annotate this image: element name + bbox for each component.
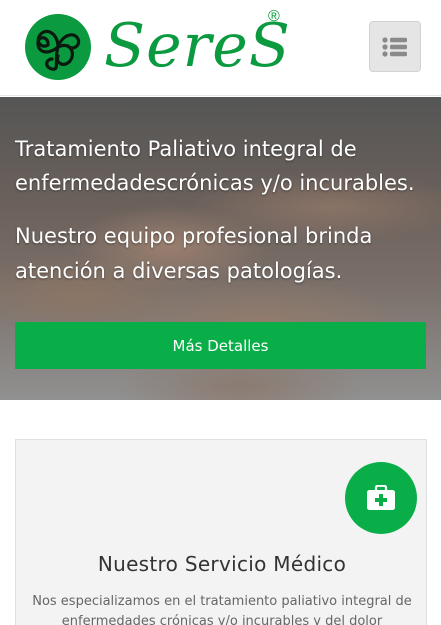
service-icon-circle [345,462,417,534]
registered-mark: ® [268,8,280,25]
more-details-button[interactable]: Más Detalles [15,322,426,369]
triskelion-logo-icon[interactable] [24,13,92,81]
first-aid-kit-icon [367,485,395,510]
service-card: Nuestro Servicio Médico Nos especializam… [15,439,427,625]
list-menu-icon [382,36,407,57]
hero-banner: Tratamiento Paliativo integral de enferm… [0,97,441,400]
brand-logo-text[interactable]: SereS [104,6,291,86]
menu-toggle-button[interactable] [369,21,421,72]
site-header: SereS ® [0,0,441,96]
hero-heading: Tratamiento Paliativo integral de enferm… [15,137,415,195]
service-description: Nos especializamos en el tratamiento pal… [32,594,412,625]
hero-subheading: Nuestro equipo profesional brinda atenci… [15,224,373,283]
service-title: Nuestro Servicio Médico [97,552,347,576]
